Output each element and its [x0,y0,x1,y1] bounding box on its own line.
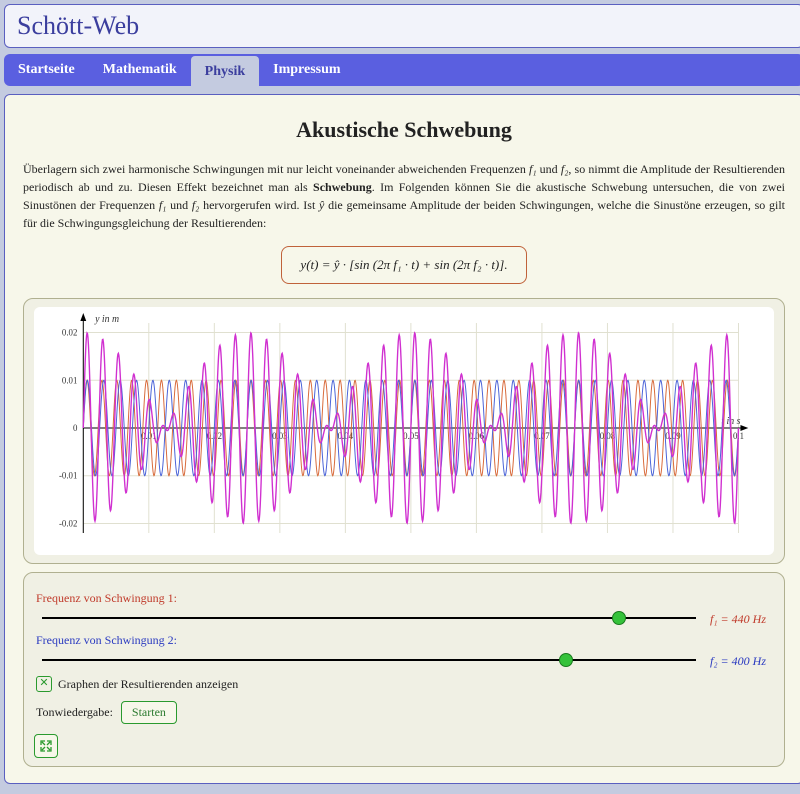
fullscreen-button[interactable] [34,734,58,758]
play-button[interactable]: Starten [121,701,177,724]
page-title: Akustische Schwebung [23,113,785,146]
playback-label: Tonwiedergabe: [36,703,113,721]
main-nav: Startseite Mathematik Physik Impressum [4,54,800,86]
freq2-value: f₂ = 400 Hz [710,652,766,670]
controls-panel: Frequenz von Schwingung 1: f₁ = 440 Hz F… [23,572,785,767]
expand-icon [40,740,52,752]
svg-text:0: 0 [73,422,78,432]
intro-text: Überlagern sich zwei harmonische Schwing… [23,160,785,232]
svg-text:-0.02: -0.02 [59,518,77,528]
site-title: Schött-Web [4,4,800,48]
content-area: Akustische Schwebung Überlagern sich zwe… [4,94,800,784]
freq2-label: Frequenz von Schwingung 2: [36,631,772,649]
freq1-value: f₁ = 440 Hz [710,610,766,628]
nav-impressum[interactable]: Impressum [259,54,354,86]
svg-text:0.01: 0.01 [62,375,77,385]
freq2-slider[interactable]: f₂ = 400 Hz [42,655,766,665]
beat-chart[interactable]: 0.010.020.030.040.050.060.070.080.090.1-… [40,311,768,551]
freq1-label: Frequenz von Schwingung 1: [36,589,772,607]
show-result-checkbox[interactable]: ✕ [36,676,52,692]
svg-text:-0.01: -0.01 [59,470,77,480]
nav-mathematik[interactable]: Mathematik [89,54,191,86]
nav-physik[interactable]: Physik [191,56,259,86]
freq1-slider[interactable]: f₁ = 440 Hz [42,613,766,623]
chart-panel: 0.010.020.030.040.050.060.070.080.090.1-… [23,298,785,564]
svg-text:0.02: 0.02 [62,327,77,337]
checkbox-label: Graphen der Resultierenden anzeigen [58,675,238,693]
svg-text:y in m: y in m [94,313,119,324]
formula: y(t) = ŷ · [sin (2π f₁ · t) + sin (2π f₂… [281,246,526,284]
nav-startseite[interactable]: Startseite [4,54,89,86]
